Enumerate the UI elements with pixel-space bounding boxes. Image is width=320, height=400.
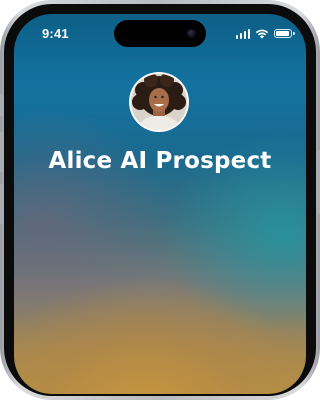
volume-up-button[interactable] <box>0 132 3 172</box>
contact-name: Alice AI Prospect <box>48 148 272 174</box>
signal-bar <box>239 33 242 39</box>
phone-screen: 9:41 Alice AI Prospect <box>14 14 306 394</box>
battery-icon <box>274 29 295 38</box>
status-icons <box>235 28 295 39</box>
signal-bar <box>243 31 246 39</box>
contact-avatar[interactable] <box>129 72 189 132</box>
front-camera-icon <box>187 29 196 38</box>
status-time: 9:41 <box>42 26 69 41</box>
signal-bar <box>247 29 250 39</box>
cellular-signal-icon <box>235 29 250 39</box>
signal-bar <box>235 35 238 39</box>
dynamic-island <box>114 20 206 47</box>
volume-down-button[interactable] <box>0 184 3 224</box>
battery-level-fill <box>276 31 290 36</box>
action-button[interactable] <box>0 94 3 116</box>
wifi-icon <box>255 29 269 39</box>
contact-avatar-photo <box>131 74 187 130</box>
